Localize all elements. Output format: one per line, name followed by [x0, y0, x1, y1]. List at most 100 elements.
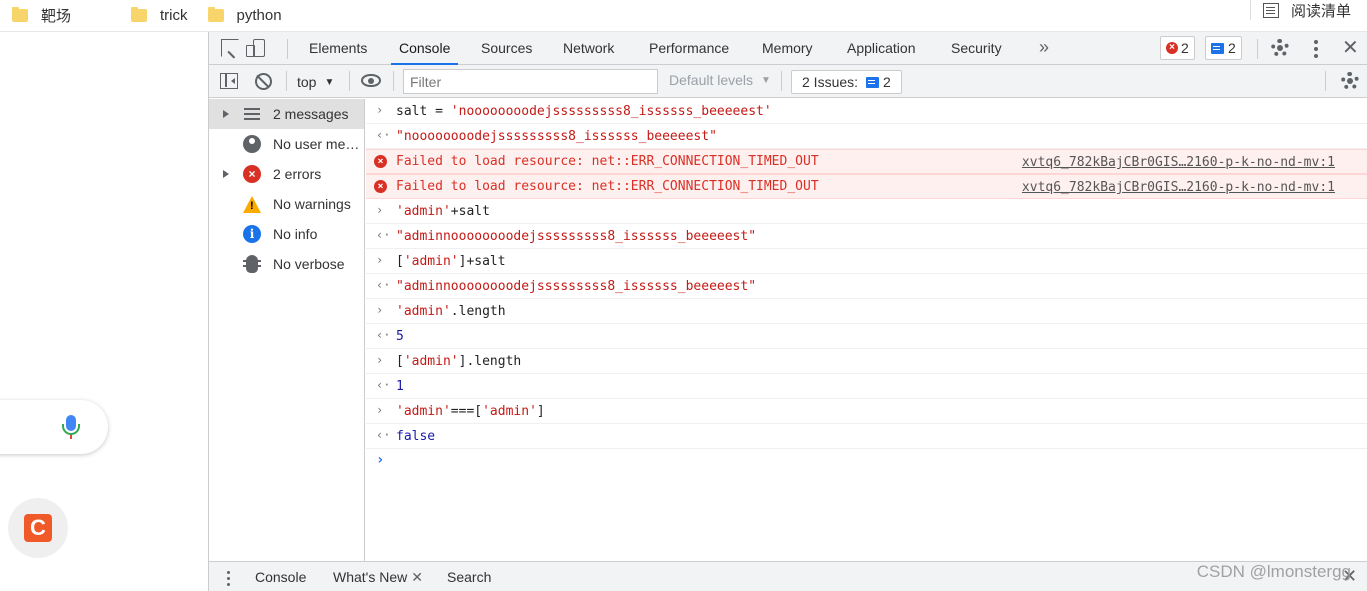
- reading-list-icon: [1262, 2, 1279, 18]
- error-source-link[interactable]: xvtq6_782kBajCBr0GIS…2160-p-k-no-nd-mv:1: [1022, 155, 1335, 170]
- sidebar-item-warnings[interactable]: ! No warnings: [209, 189, 364, 219]
- inspect-element-icon[interactable]: [221, 39, 239, 57]
- console-output[interactable]: › salt = 'noooooooodejsssssssss8_issssss_…: [366, 99, 1367, 561]
- code-token: 'admin': [396, 403, 451, 419]
- tab-elements[interactable]: Elements: [309, 32, 367, 65]
- search-box[interactable]: [0, 400, 108, 454]
- bookmark-folder-2[interactable]: python: [207, 6, 282, 26]
- sidebar-item-messages[interactable]: 2 messages: [209, 99, 364, 129]
- error-icon: ×: [1166, 42, 1178, 54]
- close-devtools-icon[interactable]: ✕: [1342, 35, 1359, 60]
- sidebar-item-errors[interactable]: × 2 errors: [209, 159, 364, 189]
- microphone-stand: [62, 424, 80, 435]
- console-toolbar: top ▼ Default levels ▼ 2 Issues: 2: [209, 65, 1367, 98]
- log-levels-dropdown[interactable]: Default levels ▼: [669, 72, 771, 88]
- close-tab-icon[interactable]: ✕: [411, 569, 423, 585]
- tab-performance[interactable]: Performance: [649, 32, 729, 65]
- context-selector[interactable]: top ▼: [297, 71, 334, 93]
- code-token: [: [396, 353, 404, 369]
- shortcut-tile[interactable]: C: [8, 498, 68, 558]
- console-settings-gear-icon[interactable]: [1341, 72, 1359, 90]
- code-token: .length: [450, 303, 506, 319]
- input-chevron-icon: ›: [376, 253, 384, 267]
- divider: [1325, 71, 1326, 91]
- input-chevron-icon: ›: [376, 103, 384, 117]
- error-source-link[interactable]: xvtq6_782kBajCBr0GIS…2160-p-k-no-nd-mv:1: [1022, 180, 1335, 195]
- bug-icon: [243, 255, 261, 273]
- sidebar-item-label: No warnings: [273, 196, 351, 212]
- sidebar-item-label: 2 errors: [273, 166, 322, 182]
- drawer-tab-whats-new[interactable]: What's New ✕: [333, 569, 423, 586]
- tab-security[interactable]: Security: [951, 32, 1002, 65]
- message-icon: [866, 76, 880, 88]
- bookmark-folder-1[interactable]: trick: [131, 6, 188, 26]
- device-toolbar-icon[interactable]: [246, 39, 265, 57]
- expand-arrow-icon[interactable]: [223, 110, 233, 118]
- input-chevron-icon: ›: [376, 403, 384, 417]
- sidebar-toggle-icon[interactable]: [220, 73, 238, 89]
- drawer-menu-icon[interactable]: [227, 571, 231, 589]
- reading-list-button[interactable]: 阅读清单: [1249, 0, 1367, 20]
- live-expression-eye-icon[interactable]: [361, 74, 381, 87]
- drawer-tab-console[interactable]: Console: [255, 569, 306, 585]
- input-chevron-icon: ›: [376, 353, 384, 367]
- console-error-line: × Failed to load resource: net::ERR_CONNE…: [366, 149, 1367, 174]
- code-token: 5: [396, 328, 404, 344]
- tab-console[interactable]: Console: [391, 32, 459, 65]
- sidebar-item-label: No info: [273, 226, 318, 242]
- console-prompt[interactable]: ›: [366, 449, 1367, 474]
- error-count: 2: [1181, 40, 1189, 56]
- bookmark-folder-0[interactable]: 靶场: [12, 6, 71, 26]
- watermark: CSDN @lmonstergg: [1196, 562, 1351, 581]
- tab-application[interactable]: Application: [847, 32, 916, 65]
- console-input-line: › 'admin' ===['admin']: [366, 399, 1367, 424]
- sidebar-item-info[interactable]: i No info: [209, 219, 364, 249]
- clear-console-icon[interactable]: [255, 73, 272, 90]
- code-token: 'admin': [403, 253, 459, 269]
- input-chevron-icon: ›: [376, 203, 384, 217]
- console-result-line: ‹· 5: [366, 324, 1367, 349]
- result-arrow-icon: ‹·: [376, 428, 391, 442]
- more-tabs-icon[interactable]: »: [1039, 32, 1049, 65]
- bookmark-label: trick: [160, 7, 188, 24]
- console-result-line: ‹· "adminnoooooooodejsssssssss8_issssss_b…: [366, 274, 1367, 299]
- console-input-line: › ['admin']+salt: [366, 249, 1367, 274]
- error-icon: ×: [243, 165, 261, 183]
- result-arrow-icon: ‹·: [376, 328, 391, 342]
- issues-button[interactable]: 2 Issues: 2: [791, 70, 902, 94]
- folder-icon: [131, 7, 148, 22]
- filter-input[interactable]: [403, 69, 658, 94]
- result-arrow-icon: ‹·: [376, 378, 391, 392]
- code-token: "adminnoooooooodejsssssssss8_issssss_bee…: [396, 228, 757, 244]
- divider: [349, 71, 350, 91]
- more-options-icon[interactable]: [1314, 40, 1318, 58]
- code-token: salt =: [396, 103, 451, 119]
- code-token: +salt: [450, 203, 490, 219]
- settings-gear-icon[interactable]: [1271, 39, 1289, 57]
- issues-count: 2: [883, 74, 891, 90]
- user-icon: [243, 135, 261, 153]
- code-token: 'admin': [482, 403, 537, 419]
- code-token: 1: [396, 378, 404, 394]
- bookmark-label: python: [236, 7, 282, 24]
- tab-memory[interactable]: Memory: [762, 32, 813, 65]
- page-content: C: [0, 32, 208, 591]
- bookmarks-bar: 靶场 trick python 阅读清单: [0, 0, 1367, 32]
- drawer-tab-search[interactable]: Search: [447, 569, 491, 585]
- sidebar-item-user-messages[interactable]: No user me…: [209, 129, 364, 159]
- console-input-line: › 'admin' .length: [366, 299, 1367, 324]
- result-arrow-icon: ‹·: [376, 228, 391, 242]
- drawer-tab-label: What's New: [333, 569, 408, 585]
- info-icon: i: [243, 225, 261, 243]
- folder-icon: [12, 7, 28, 22]
- issue-count-badge[interactable]: 2: [1205, 36, 1242, 60]
- expand-arrow-icon[interactable]: [223, 170, 233, 178]
- console-input-line: › salt = 'noooooooodejsssssssss8_issssss_…: [366, 99, 1367, 124]
- sidebar-item-verbose[interactable]: No verbose: [209, 249, 364, 279]
- message-icon: [1211, 42, 1224, 54]
- tab-sources[interactable]: Sources: [481, 32, 532, 65]
- error-count-badge[interactable]: × 2: [1160, 36, 1195, 60]
- code-token: 'admin': [403, 353, 459, 369]
- chevron-down-icon: ▼: [324, 76, 335, 88]
- tab-network[interactable]: Network: [563, 32, 614, 65]
